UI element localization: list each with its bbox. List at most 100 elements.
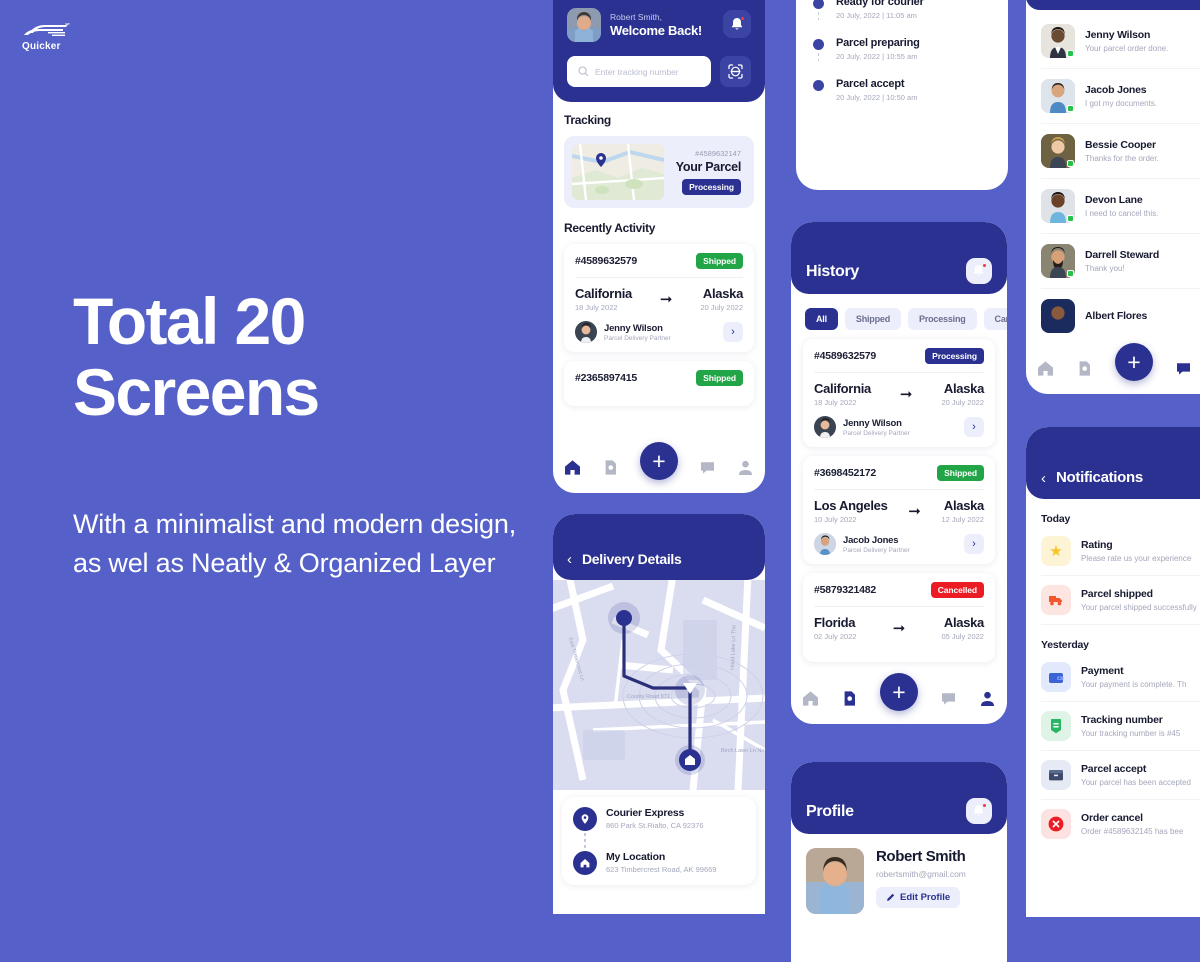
notification-title: Parcel accept xyxy=(1081,763,1147,775)
document-icon[interactable] xyxy=(602,459,619,476)
chevron-left-icon[interactable]: ‹ xyxy=(1041,471,1046,486)
online-indicator xyxy=(1067,50,1074,57)
document-icon[interactable] xyxy=(841,690,858,707)
list-item[interactable]: Jenny Wilson Your parcel order done. xyxy=(1026,14,1200,68)
home-icon[interactable] xyxy=(1037,360,1054,377)
list-item[interactable]: #2365897415 Shipped xyxy=(564,361,754,406)
notification-title: Tracking number xyxy=(1081,714,1163,726)
stop-address: 623 Timbercrest Road, AK 99669 xyxy=(606,865,717,874)
event-time: 20 July, 2022 | 11:05 am xyxy=(836,11,917,20)
tracking-id: #3698452172 xyxy=(814,467,877,479)
event-time: 20 July, 2022 | 10:50 am xyxy=(836,93,918,102)
list-item[interactable]: Albert Flores xyxy=(1026,289,1200,333)
notification-dot xyxy=(982,802,987,808)
table-row[interactable]: #5879321482 Cancelled Florida 02 July 20… xyxy=(803,573,995,662)
address-card: Courier Express 860 Park St.Rialto, CA 9… xyxy=(562,797,756,885)
profile-icon[interactable] xyxy=(979,690,996,707)
fast-truck-logo-icon xyxy=(24,23,70,36)
chat-list: Jenny Wilson Your parcel order done. Jac… xyxy=(1026,10,1200,333)
chat-icon[interactable] xyxy=(1175,360,1192,377)
chevron-left-icon[interactable]: ‹ xyxy=(567,552,572,567)
list-item[interactable]: Jacob Jones I got my documents. xyxy=(1026,69,1200,123)
route-row: Florida 02 July 2022 ➞ Alaska 05 July 20… xyxy=(814,607,984,648)
add-button[interactable]: + xyxy=(880,673,918,711)
list-item[interactable]: Bessie Cooper Thanks for the order. xyxy=(1026,124,1200,178)
screen-tracking-timeline: Ready for courier 20 July, 2022 | 11:05 … xyxy=(796,0,1008,190)
notification-button[interactable] xyxy=(723,10,751,38)
partner-row: Jacob Jones Parcel Delivery Partner › xyxy=(814,531,984,555)
parcel-id: #4589632147 xyxy=(695,149,741,158)
online-indicator xyxy=(1067,270,1074,277)
last-message: Thanks for the order. xyxy=(1085,154,1159,163)
list-item[interactable]: ★ Rating Please rate us your experience xyxy=(1026,527,1200,575)
activity-title: Recently Activity xyxy=(564,221,656,235)
list-item[interactable]: Devon Lane I need to cancel this. xyxy=(1026,179,1200,233)
notification-text: Your parcel shipped successfully xyxy=(1081,603,1197,612)
destination-date: 05 July 2022 xyxy=(941,632,984,641)
list-item[interactable]: Parcel accept Your parcel has been accep… xyxy=(1026,751,1200,799)
filter-tab-processing[interactable]: Processing xyxy=(908,308,977,330)
history-header-row: #4589632579 Processing xyxy=(814,348,984,373)
notification-button[interactable] xyxy=(966,258,992,284)
list-item[interactable]: Tracking number Your tracking number is … xyxy=(1026,702,1200,750)
chat-icon[interactable] xyxy=(699,459,716,476)
notification-title: Order cancel xyxy=(1081,812,1143,824)
list-item[interactable]: Payment Your payment is complete. Th xyxy=(1026,653,1200,701)
chevron-right-icon[interactable]: › xyxy=(964,534,984,554)
chevron-right-icon[interactable]: › xyxy=(723,322,743,342)
status-dot xyxy=(813,80,824,91)
location-pin-icon xyxy=(573,807,597,831)
notification-dot xyxy=(740,15,745,21)
table-row[interactable]: #4589632579 Processing California 18 Jul… xyxy=(803,339,995,447)
delivery-map[interactable]: County Road 971 Birch Lawn Ln No Hood La… xyxy=(553,580,765,790)
bell-icon xyxy=(972,802,987,819)
contact-name: Jenny Wilson xyxy=(1085,29,1151,41)
filter-tab-all[interactable]: All xyxy=(805,308,838,330)
notification-text: Please rate us your experience xyxy=(1081,554,1192,563)
avatar xyxy=(567,8,601,42)
chevron-right-icon[interactable]: › xyxy=(964,417,984,437)
destination-city: Alaska xyxy=(943,381,984,396)
profile-name: Robert Smith xyxy=(876,848,966,865)
home-icon[interactable] xyxy=(802,690,819,707)
origin-date: 02 July 2022 xyxy=(814,632,857,641)
filter-tab-cancelled[interactable]: Cancelled xyxy=(983,308,1007,330)
bell-icon xyxy=(730,15,745,32)
page-title: Notifications xyxy=(1056,469,1143,486)
arrow-right-icon: ➞ xyxy=(908,503,921,520)
partner-row: Jenny Wilson Parcel Delivery Partner › xyxy=(814,414,984,438)
add-icon: + xyxy=(1127,348,1141,375)
scan-button[interactable] xyxy=(720,56,751,87)
brand-logo: Quicker xyxy=(22,22,92,52)
add-button[interactable]: + xyxy=(1115,343,1153,381)
tracking-parcel-card[interactable]: #4589632147 Your Parcel Processing xyxy=(564,136,754,208)
page-title: Profile xyxy=(806,803,854,820)
map-label: County Road 971 xyxy=(627,694,670,700)
list-item[interactable]: #4589632579 Shipped California 18 July 2… xyxy=(564,244,754,352)
list-item[interactable]: Darrell Steward Thank you! xyxy=(1026,234,1200,288)
brand-name: Quicker xyxy=(22,41,61,52)
avatar xyxy=(814,533,836,555)
list-item[interactable]: Order cancel Order #4589632145 has bee xyxy=(1026,800,1200,848)
search-input[interactable]: Enter tracking number xyxy=(567,56,711,87)
status-badge: Shipped xyxy=(696,370,743,386)
cancel-icon xyxy=(1041,809,1071,839)
profile-icon[interactable] xyxy=(737,459,754,476)
stop-title: My Location xyxy=(606,851,666,863)
table-row[interactable]: #3698452172 Shipped Los Angeles 10 July … xyxy=(803,456,995,564)
activity-header: #2365897415 Shipped xyxy=(575,370,743,386)
origin-date: 18 July 2022 xyxy=(575,303,618,312)
filter-tab-shipped[interactable]: Shipped xyxy=(844,308,902,330)
add-button[interactable]: + xyxy=(639,442,678,480)
contact-name: Darrell Steward xyxy=(1085,249,1160,261)
notification-button[interactable] xyxy=(966,798,992,824)
chat-icon[interactable] xyxy=(940,690,957,707)
timeline-item: Parcel preparing 20 July, 2022 | 10:55 a… xyxy=(812,37,992,78)
tracking-id: #5879321482 xyxy=(814,584,877,596)
home-icon[interactable] xyxy=(564,459,581,476)
edit-profile-button[interactable]: Edit Profile xyxy=(876,887,961,908)
avatar xyxy=(814,416,836,438)
list-item[interactable]: Parcel shipped Your parcel shipped succe… xyxy=(1026,576,1200,624)
dashed-connector xyxy=(817,53,820,61)
document-icon[interactable] xyxy=(1076,360,1093,377)
